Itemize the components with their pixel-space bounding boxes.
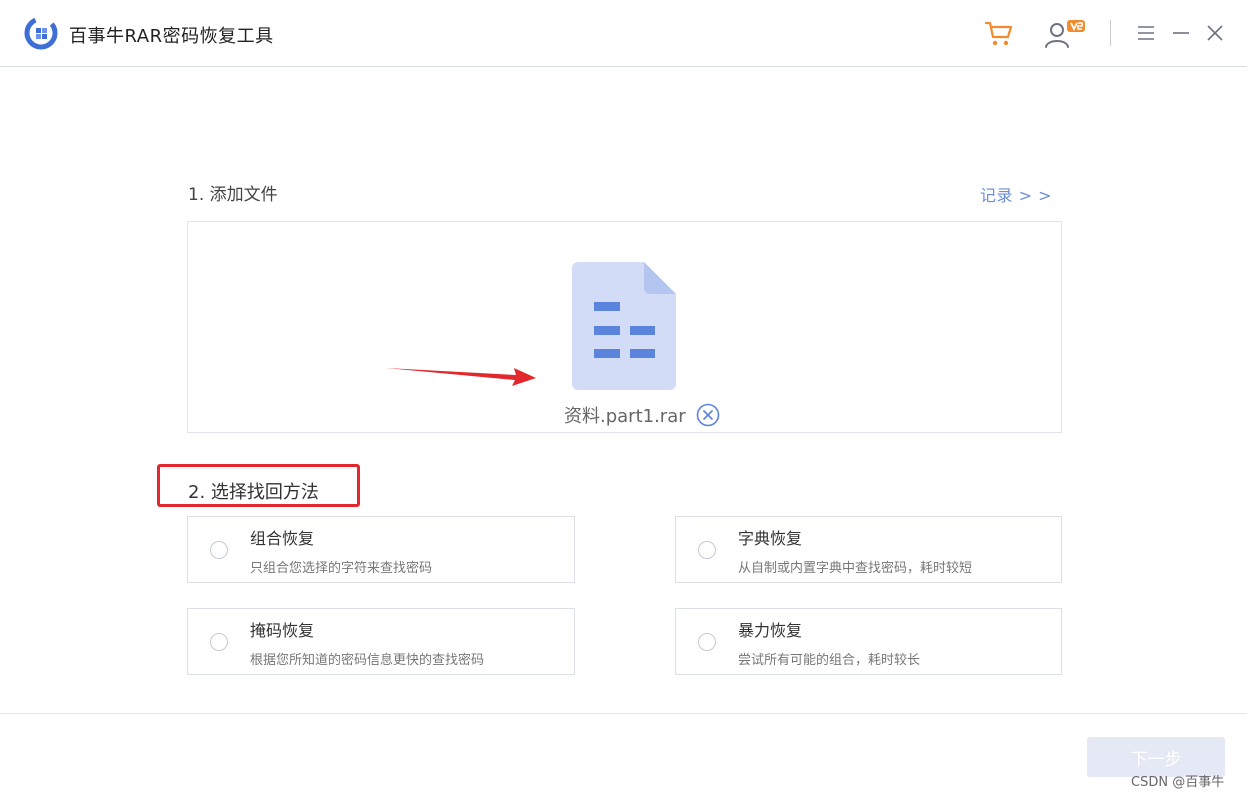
method-desc: 从自制或内置字典中查找密码，耗时较短	[738, 561, 973, 576]
annotation-highlight-box	[157, 464, 360, 507]
method-title: 暴力恢复	[738, 621, 803, 640]
toolbar-divider	[1110, 20, 1111, 46]
file-document-icon	[572, 262, 676, 390]
file-entry: 资料.part1.rar	[564, 402, 720, 428]
method-radio[interactable]	[210, 633, 228, 651]
method-radio[interactable]	[210, 541, 228, 559]
records-link[interactable]: 记录 > >	[980, 182, 1052, 206]
method-title: 组合恢复	[250, 529, 315, 548]
close-icon[interactable]	[1206, 24, 1224, 42]
footer-divider	[0, 713, 1247, 714]
app-logo-icon	[24, 16, 58, 50]
minimize-icon[interactable]	[1172, 24, 1190, 42]
watermark: CSDN @百事牛	[1131, 775, 1225, 790]
method-radio[interactable]	[698, 633, 716, 651]
method-title: 掩码恢复	[250, 621, 315, 640]
step1-title: 1. 添加文件	[188, 185, 278, 205]
method-desc: 只组合您选择的字符来查找密码	[250, 561, 433, 576]
method-mask[interactable]: 掩码恢复 根据您所知道的密码信息更快的查找密码	[187, 608, 575, 675]
method-desc: 尝试所有可能的组合，耗时较长	[738, 653, 921, 668]
method-title: 字典恢复	[738, 529, 803, 548]
method-radio[interactable]	[698, 541, 716, 559]
cart-icon[interactable]	[984, 18, 1014, 48]
annotation-arrow	[386, 368, 536, 386]
app-title: 百事牛RAR密码恢复工具	[69, 26, 274, 47]
title-bar: 百事牛RAR密码恢复工具	[0, 0, 1247, 67]
user-vip-icon[interactable]	[1043, 18, 1087, 50]
method-desc: 根据您所知道的密码信息更快的查找密码	[250, 653, 485, 668]
method-dictionary[interactable]: 字典恢复 从自制或内置字典中查找密码，耗时较短	[675, 516, 1062, 583]
file-name: 资料.part1.rar	[564, 406, 686, 427]
menu-icon[interactable]	[1137, 24, 1155, 42]
method-brute-force[interactable]: 暴力恢复 尝试所有可能的组合，耗时较长	[675, 608, 1062, 675]
remove-circle-icon[interactable]	[696, 403, 720, 427]
method-combination[interactable]: 组合恢复 只组合您选择的字符来查找密码	[187, 516, 575, 583]
file-drop-zone[interactable]: 资料.part1.rar	[187, 221, 1062, 433]
